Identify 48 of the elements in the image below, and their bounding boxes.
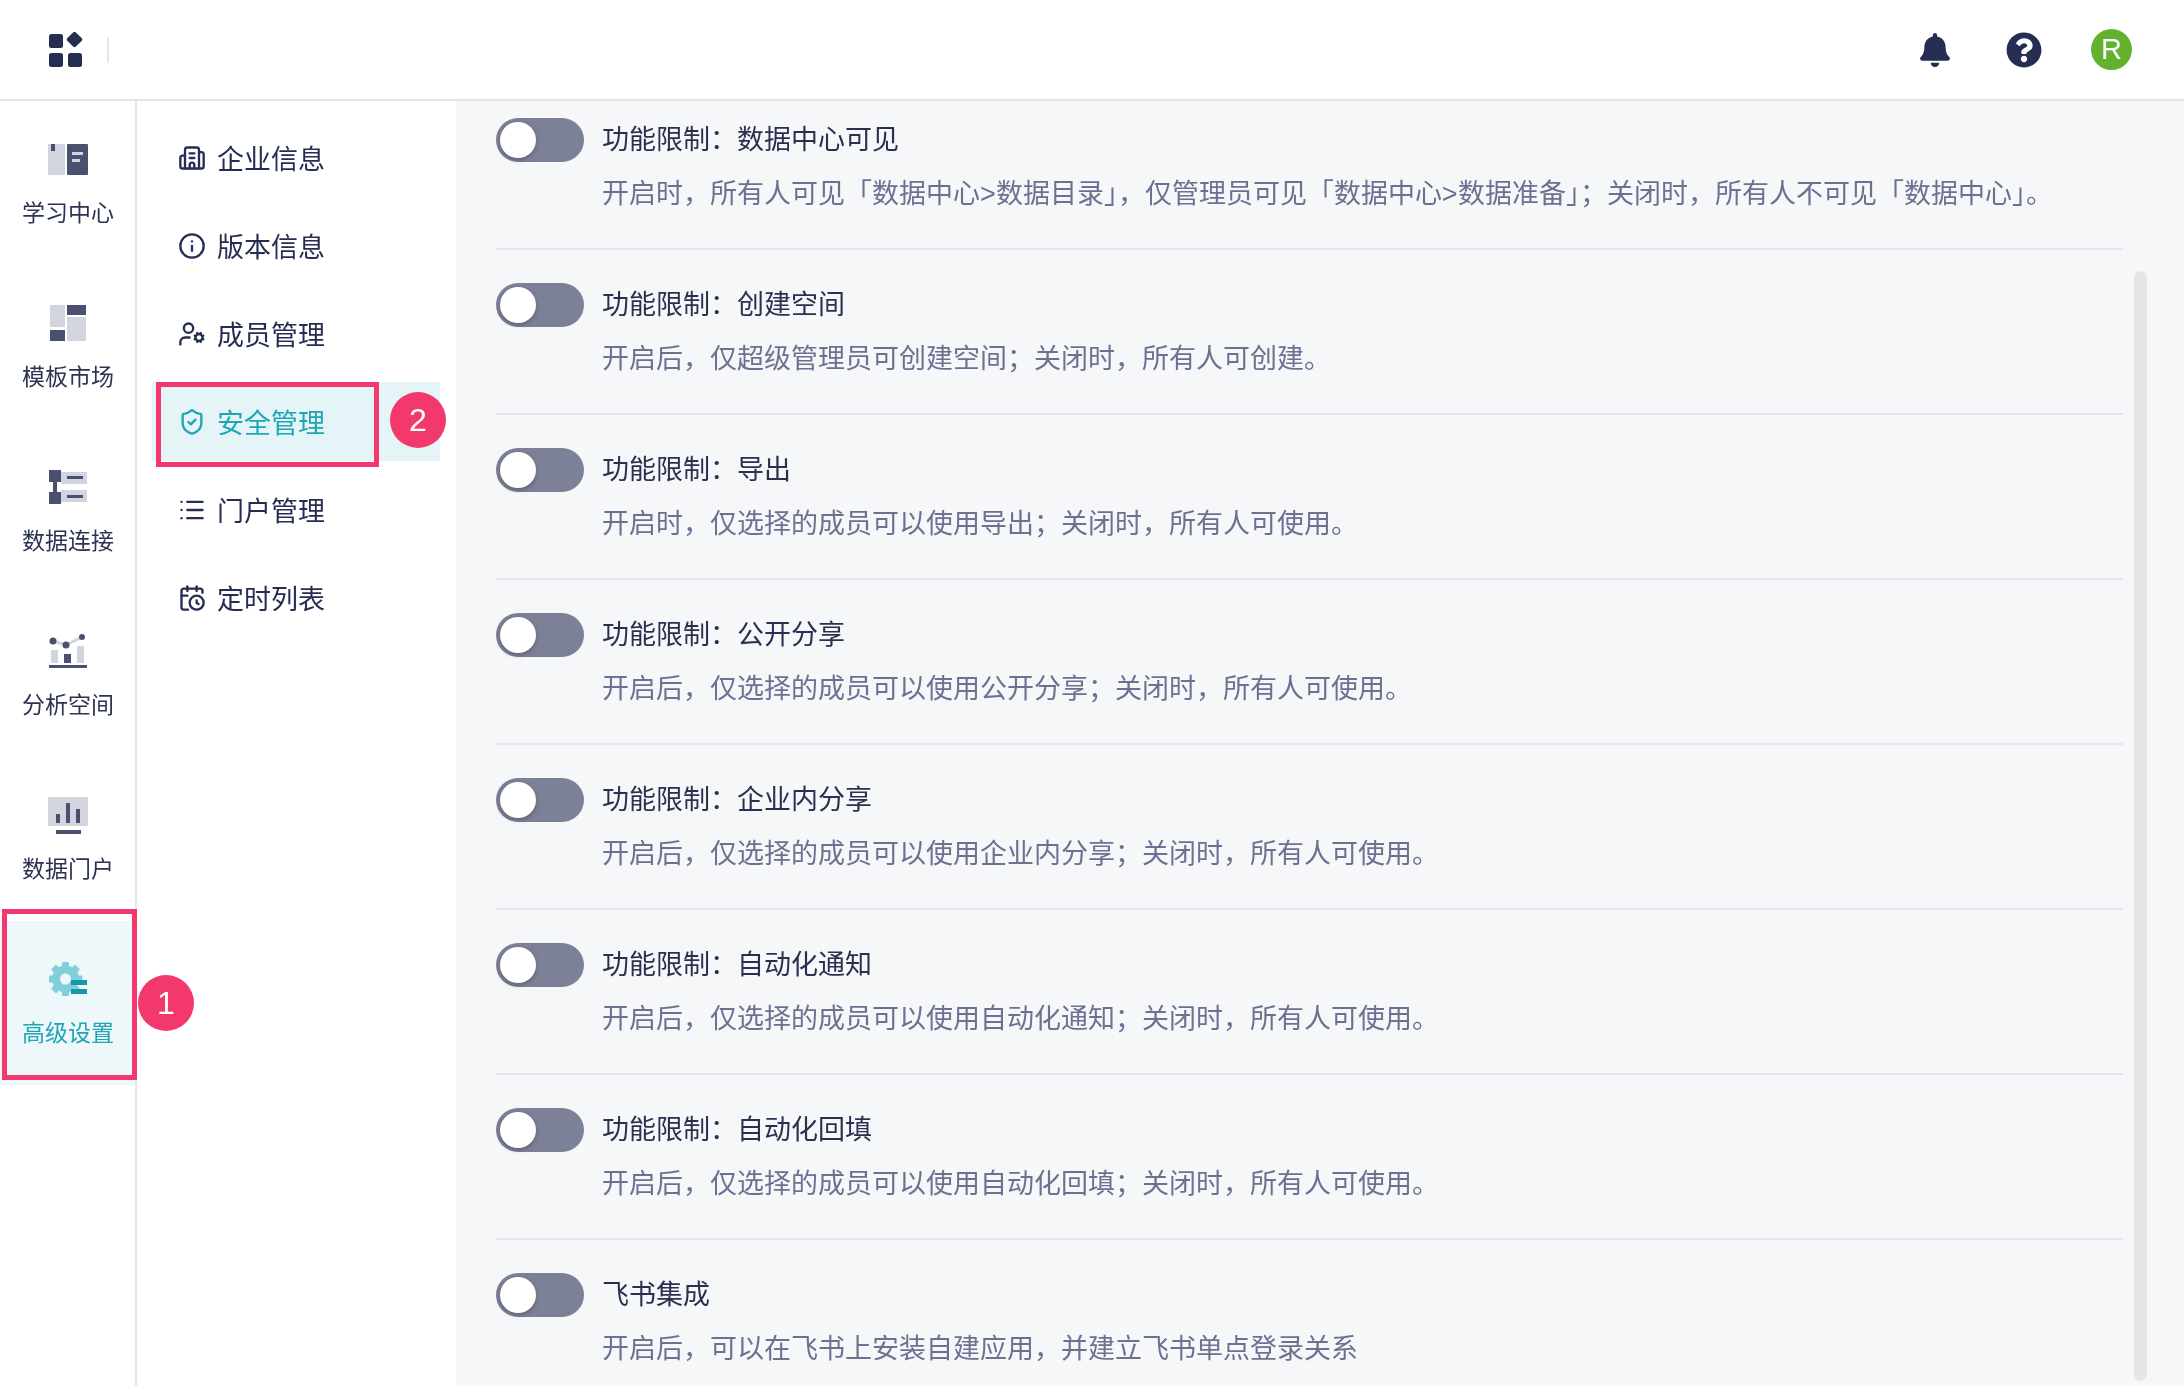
menu-item[interactable]: 成员管理 bbox=[152, 294, 388, 373]
setting-description: 开启后，仅选择的成员可以使用自动化回填；关闭时，所有人可使用。 bbox=[602, 1168, 1440, 1201]
setting-title: 功能限制：数据中心可见 bbox=[602, 124, 899, 157]
layout-grid-icon bbox=[49, 305, 86, 341]
toggle-switch[interactable] bbox=[496, 283, 584, 327]
setting-description: 开启后，仅超级管理员可创建空间；关闭时，所有人可创建。 bbox=[602, 343, 1332, 376]
toggle-switch[interactable] bbox=[496, 448, 584, 492]
setting-title: 功能限制：自动化回填 bbox=[602, 1114, 872, 1147]
setting-title: 飞书集成 bbox=[602, 1279, 710, 1312]
setting-title: 功能限制：导出 bbox=[602, 454, 791, 487]
toggle-switch[interactable] bbox=[496, 1273, 584, 1317]
setting-title: 功能限制：企业内分享 bbox=[602, 784, 872, 817]
bar-chart-icon bbox=[47, 796, 88, 834]
setting-title: 功能限制：公开分享 bbox=[602, 619, 845, 652]
nav-item[interactable]: 数据门户 bbox=[0, 757, 135, 921]
building-icon bbox=[178, 143, 206, 172]
setting-description: 开启后，可以在飞书上安装自建应用，并建立飞书单点登录关系 bbox=[602, 1333, 1359, 1366]
help-icon[interactable] bbox=[2006, 31, 2042, 68]
nav-item[interactable]: 学习中心 bbox=[0, 101, 135, 265]
menu-item[interactable]: 企业信息 bbox=[152, 118, 388, 197]
setting-description: 开启后，仅选择的成员可以使用自动化通知；关闭时，所有人可使用。 bbox=[602, 1003, 1440, 1036]
toggle-switch[interactable] bbox=[496, 118, 584, 162]
bell-icon[interactable] bbox=[1920, 32, 1950, 67]
setting-description: 开启时，仅选择的成员可以使用导出；关闭时，所有人可使用。 bbox=[602, 508, 1359, 541]
book-icon bbox=[47, 143, 88, 175]
menu-item[interactable]: 版本信息 bbox=[152, 206, 388, 285]
toggle-switch[interactable] bbox=[496, 778, 584, 822]
menu-item[interactable]: 门户管理 bbox=[152, 470, 388, 549]
gear-icon bbox=[48, 960, 87, 998]
nav-item[interactable]: 数据连接 bbox=[0, 429, 135, 593]
step-badge: 2 bbox=[390, 392, 446, 448]
nav-item[interactable]: 分析空间 bbox=[0, 593, 135, 757]
line-bar-chart-icon bbox=[48, 634, 87, 668]
setting-description: 开启时，所有人可见「数据中心>数据目录」，仅管理员可见「数据中心>数据准备」；关闭时，所有人不可见「数据中心」。 bbox=[602, 178, 2054, 211]
toggle-switch[interactable] bbox=[496, 943, 584, 987]
setting-description: 开启后，仅选择的成员可以使用公开分享；关闭时，所有人可使用。 bbox=[602, 673, 1413, 706]
menu-item[interactable]: 定时列表 bbox=[152, 558, 388, 637]
toggle-switch[interactable] bbox=[496, 1108, 584, 1152]
setting-description: 开启后，仅选择的成员可以使用企业内分享；关闭时，所有人可使用。 bbox=[602, 838, 1440, 871]
toggle-switch[interactable] bbox=[496, 613, 584, 657]
app-grid-icon[interactable] bbox=[49, 32, 84, 67]
connected-blocks-icon bbox=[48, 470, 87, 504]
user-gear-icon bbox=[178, 319, 206, 348]
setting-title: 功能限制：创建空间 bbox=[602, 289, 845, 322]
setting-title: 功能限制：自动化通知 bbox=[602, 949, 872, 982]
nav-item[interactable]: 模板市场 bbox=[0, 265, 135, 429]
calendar-clock-icon bbox=[178, 583, 206, 612]
info-icon bbox=[178, 231, 206, 260]
